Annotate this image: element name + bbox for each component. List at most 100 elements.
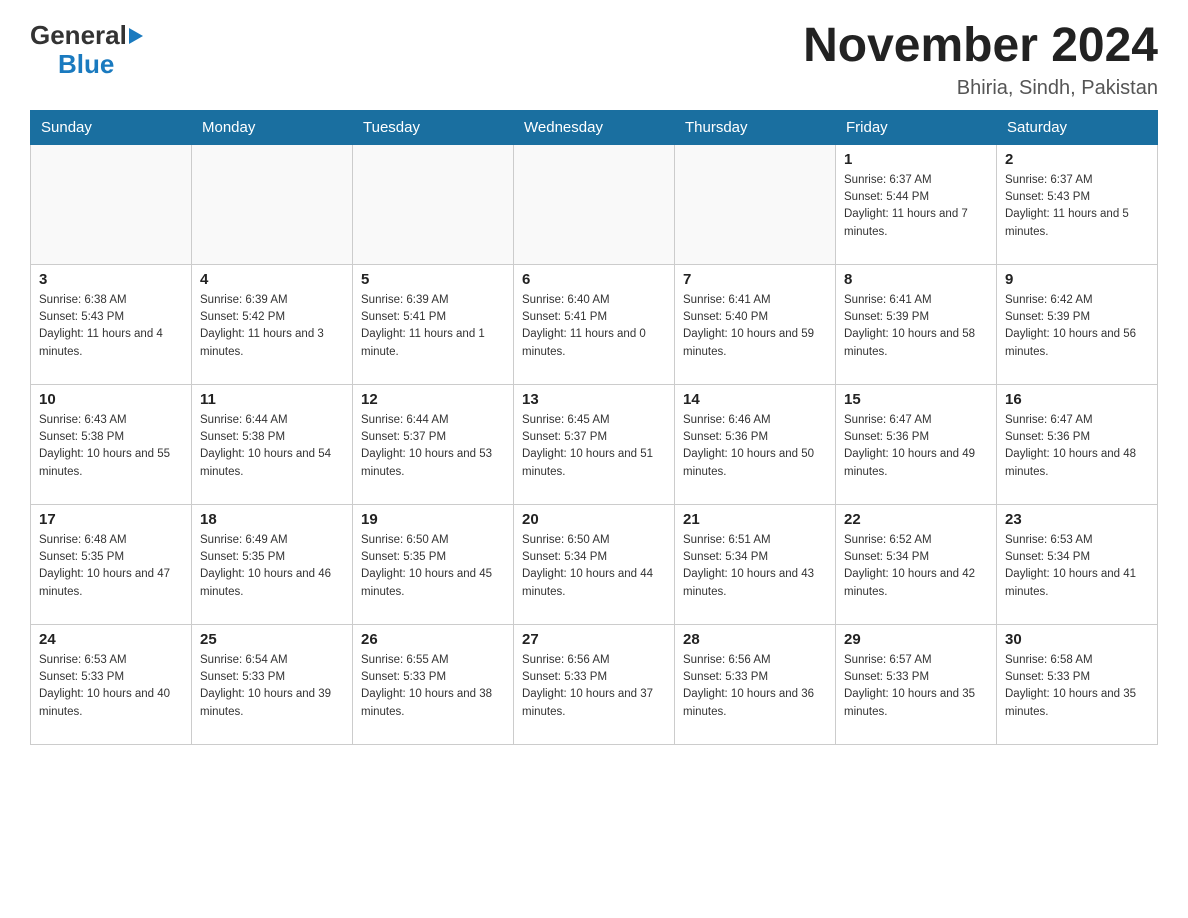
calendar-cell: 8 Sunrise: 6:41 AMSunset: 5:39 PMDaylight… <box>836 264 997 384</box>
day-number: 16 <box>1005 391 1149 408</box>
day-number: 4 <box>200 271 344 288</box>
day-number: 12 <box>361 391 505 408</box>
day-info: Sunrise: 6:53 AMSunset: 5:34 PMDaylight:… <box>1005 532 1149 601</box>
day-info: Sunrise: 6:37 AMSunset: 5:43 PMDaylight:… <box>1005 172 1149 241</box>
calendar-week-row: 10Sunrise: 6:43 AMSunset: 5:38 PMDayligh… <box>31 384 1158 504</box>
calendar-cell: 28 Sunrise: 6:56 AMSunset: 5:33 PMDayligh… <box>675 624 836 744</box>
day-number: 20 <box>522 511 666 528</box>
day-number: 9 <box>1005 271 1149 288</box>
calendar-cell: 13 Sunrise: 6:45 AMSunset: 5:37 PMDayligh… <box>514 384 675 504</box>
day-number: 25 <box>200 631 344 648</box>
calendar-cell: 11Sunrise: 6:44 AMSunset: 5:38 PMDayligh… <box>192 384 353 504</box>
calendar-week-row: 1 Sunrise: 6:37 AMSunset: 5:44 PMDaylight… <box>31 144 1158 264</box>
calendar-cell: 17Sunrise: 6:48 AMSunset: 5:35 PMDayligh… <box>31 504 192 624</box>
calendar-cell: 20 Sunrise: 6:50 AMSunset: 5:34 PMDayligh… <box>514 504 675 624</box>
calendar-cell: 6 Sunrise: 6:40 AMSunset: 5:41 PMDaylight… <box>514 264 675 384</box>
day-number: 29 <box>844 631 988 648</box>
calendar-cell: 30Sunrise: 6:58 AMSunset: 5:33 PMDayligh… <box>997 624 1158 744</box>
day-info: Sunrise: 6:43 AMSunset: 5:38 PMDaylight:… <box>39 412 183 481</box>
calendar-cell: 9 Sunrise: 6:42 AMSunset: 5:39 PMDaylight… <box>997 264 1158 384</box>
day-info: Sunrise: 6:46 AMSunset: 5:36 PMDaylight:… <box>683 412 827 481</box>
day-info: Sunrise: 6:47 AMSunset: 5:36 PMDaylight:… <box>844 412 988 481</box>
logo-blue-text: Blue <box>58 49 114 80</box>
calendar-table: SundayMondayTuesdayWednesdayThursdayFrid… <box>30 110 1158 745</box>
logo: General Blue <box>30 20 143 80</box>
calendar-cell: 25 Sunrise: 6:54 AMSunset: 5:33 PMDayligh… <box>192 624 353 744</box>
calendar-cell: 18Sunrise: 6:49 AMSunset: 5:35 PMDayligh… <box>192 504 353 624</box>
day-number: 19 <box>361 511 505 528</box>
calendar-cell: 19 Sunrise: 6:50 AMSunset: 5:35 PMDayligh… <box>353 504 514 624</box>
day-number: 1 <box>844 151 988 168</box>
day-info: Sunrise: 6:52 AMSunset: 5:34 PMDaylight:… <box>844 532 988 601</box>
day-number: 28 <box>683 631 827 648</box>
day-info: Sunrise: 6:44 AMSunset: 5:37 PMDaylight:… <box>361 412 505 481</box>
calendar-cell: 4 Sunrise: 6:39 AMSunset: 5:42 PMDaylight… <box>192 264 353 384</box>
day-number: 23 <box>1005 511 1149 528</box>
weekday-header-wednesday: Wednesday <box>514 110 675 144</box>
day-number: 8 <box>844 271 988 288</box>
day-info: Sunrise: 6:51 AMSunset: 5:34 PMDaylight:… <box>683 532 827 601</box>
calendar-cell <box>675 144 836 264</box>
page-header: General Blue November 2024 Bhiria, Sindh… <box>30 20 1158 100</box>
title-block: November 2024 Bhiria, Sindh, Pakistan <box>803 20 1158 100</box>
day-info: Sunrise: 6:48 AMSunset: 5:35 PMDaylight:… <box>39 532 183 601</box>
calendar-cell: 26 Sunrise: 6:55 AMSunset: 5:33 PMDayligh… <box>353 624 514 744</box>
day-info: Sunrise: 6:50 AMSunset: 5:34 PMDaylight:… <box>522 532 666 601</box>
day-number: 14 <box>683 391 827 408</box>
day-number: 15 <box>844 391 988 408</box>
calendar-week-row: 17Sunrise: 6:48 AMSunset: 5:35 PMDayligh… <box>31 504 1158 624</box>
calendar-cell: 3 Sunrise: 6:38 AMSunset: 5:43 PMDaylight… <box>31 264 192 384</box>
day-number: 5 <box>361 271 505 288</box>
day-info: Sunrise: 6:44 AMSunset: 5:38 PMDaylight:… <box>200 412 344 481</box>
day-info: Sunrise: 6:39 AMSunset: 5:41 PMDaylight:… <box>361 292 505 361</box>
day-number: 18 <box>200 511 344 528</box>
weekday-header-thursday: Thursday <box>675 110 836 144</box>
day-number: 21 <box>683 511 827 528</box>
calendar-cell: 12 Sunrise: 6:44 AMSunset: 5:37 PMDayligh… <box>353 384 514 504</box>
day-info: Sunrise: 6:39 AMSunset: 5:42 PMDaylight:… <box>200 292 344 361</box>
calendar-cell <box>514 144 675 264</box>
calendar-cell <box>31 144 192 264</box>
day-number: 6 <box>522 271 666 288</box>
calendar-week-row: 24 Sunrise: 6:53 AMSunset: 5:33 PMDayligh… <box>31 624 1158 744</box>
day-info: Sunrise: 6:53 AMSunset: 5:33 PMDaylight:… <box>39 652 183 721</box>
day-info: Sunrise: 6:38 AMSunset: 5:43 PMDaylight:… <box>39 292 183 361</box>
day-number: 22 <box>844 511 988 528</box>
calendar-cell <box>192 144 353 264</box>
calendar-cell: 2Sunrise: 6:37 AMSunset: 5:43 PMDaylight… <box>997 144 1158 264</box>
weekday-header-saturday: Saturday <box>997 110 1158 144</box>
day-number: 26 <box>361 631 505 648</box>
weekday-header-monday: Monday <box>192 110 353 144</box>
weekday-header-sunday: Sunday <box>31 110 192 144</box>
day-number: 24 <box>39 631 183 648</box>
calendar-cell: 7 Sunrise: 6:41 AMSunset: 5:40 PMDaylight… <box>675 264 836 384</box>
day-number: 7 <box>683 271 827 288</box>
day-info: Sunrise: 6:41 AMSunset: 5:39 PMDaylight:… <box>844 292 988 361</box>
day-info: Sunrise: 6:50 AMSunset: 5:35 PMDaylight:… <box>361 532 505 601</box>
day-info: Sunrise: 6:56 AMSunset: 5:33 PMDaylight:… <box>522 652 666 721</box>
logo-arrow-icon <box>129 28 143 44</box>
day-info: Sunrise: 6:56 AMSunset: 5:33 PMDaylight:… <box>683 652 827 721</box>
day-info: Sunrise: 6:45 AMSunset: 5:37 PMDaylight:… <box>522 412 666 481</box>
day-number: 13 <box>522 391 666 408</box>
calendar-week-row: 3 Sunrise: 6:38 AMSunset: 5:43 PMDaylight… <box>31 264 1158 384</box>
day-number: 3 <box>39 271 183 288</box>
calendar-cell: 24 Sunrise: 6:53 AMSunset: 5:33 PMDayligh… <box>31 624 192 744</box>
day-info: Sunrise: 6:37 AMSunset: 5:44 PMDaylight:… <box>844 172 988 241</box>
day-info: Sunrise: 6:58 AMSunset: 5:33 PMDaylight:… <box>1005 652 1149 721</box>
calendar-cell: 22 Sunrise: 6:52 AMSunset: 5:34 PMDayligh… <box>836 504 997 624</box>
calendar-cell: 10Sunrise: 6:43 AMSunset: 5:38 PMDayligh… <box>31 384 192 504</box>
calendar-cell: 23 Sunrise: 6:53 AMSunset: 5:34 PMDayligh… <box>997 504 1158 624</box>
calendar-cell: 15 Sunrise: 6:47 AMSunset: 5:36 PMDayligh… <box>836 384 997 504</box>
calendar-cell: 16Sunrise: 6:47 AMSunset: 5:36 PMDayligh… <box>997 384 1158 504</box>
calendar-cell: 1 Sunrise: 6:37 AMSunset: 5:44 PMDaylight… <box>836 144 997 264</box>
day-info: Sunrise: 6:54 AMSunset: 5:33 PMDaylight:… <box>200 652 344 721</box>
day-info: Sunrise: 6:55 AMSunset: 5:33 PMDaylight:… <box>361 652 505 721</box>
day-number: 27 <box>522 631 666 648</box>
day-info: Sunrise: 6:40 AMSunset: 5:41 PMDaylight:… <box>522 292 666 361</box>
day-info: Sunrise: 6:41 AMSunset: 5:40 PMDaylight:… <box>683 292 827 361</box>
day-info: Sunrise: 6:57 AMSunset: 5:33 PMDaylight:… <box>844 652 988 721</box>
day-info: Sunrise: 6:42 AMSunset: 5:39 PMDaylight:… <box>1005 292 1149 361</box>
month-year-title: November 2024 <box>803 20 1158 73</box>
logo-general-text: General <box>30 20 127 51</box>
